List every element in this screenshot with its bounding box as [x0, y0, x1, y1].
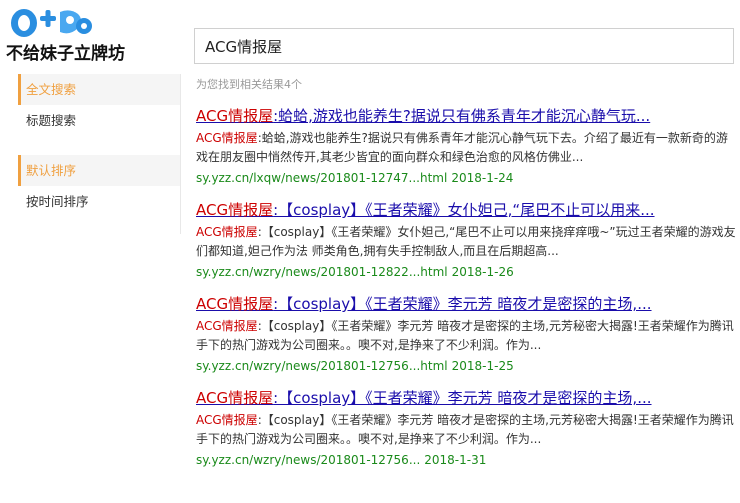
logo-graphic: [9, 7, 92, 39]
result-snippet-text: :【cosplay】《王者荣耀》李元芳 暗夜才是密探的主场,元芳秘密大揭露!王者…: [196, 413, 734, 446]
result-url[interactable]: sy.yzz.cn/wzry/news/201801-12756...: [196, 453, 420, 467]
result-item: ACG情报屋:蛤蛤,游戏也能养生?据说只有佛系青年才能沉心静气玩... ACG情…: [196, 106, 736, 200]
sidebar-item-fulltext-search[interactable]: 全文搜索: [18, 74, 180, 105]
sidebar-divider: [180, 74, 181, 234]
result-title-link[interactable]: ACG情报屋:蛤蛤,游戏也能养生?据说只有佛系青年才能沉心静气玩...: [196, 106, 736, 126]
result-title-highlight: ACG情报屋: [196, 389, 274, 407]
result-snippet-highlight: ACG情报屋: [196, 225, 258, 239]
logo-tagline: 不给妹子立牌坊: [6, 44, 125, 64]
site-logo[interactable]: 不给妹子立牌坊: [6, 6, 140, 64]
result-title-link[interactable]: ACG情报屋:【cosplay】《王者荣耀》女仆妲己,“尾巴不止可以用来...: [196, 200, 736, 220]
result-meta: sy.yzz.cn/wzry/news/201801-12822...html 2…: [196, 263, 736, 281]
result-item: ACG情报屋:【cosplay】《王者荣耀》李元芳 暗夜才是密探的主场,... …: [196, 388, 736, 482]
search-input[interactable]: [194, 28, 734, 64]
result-meta: sy.yzz.cn/wzry/news/201801-12756...html 2…: [196, 357, 736, 375]
result-title-text: :蛤蛤,游戏也能养生?据说只有佛系青年才能沉心静气玩...: [273, 107, 651, 125]
result-snippet: ACG情报屋:【cosplay】《王者荣耀》女仆妲己,“尾巴不止可以用来挠痒痒哦…: [196, 223, 736, 261]
sidebar-filters: 全文搜索 标题搜索 默认排序 按时间排序: [18, 74, 180, 217]
result-meta: sy.yzz.cn/lxqw/news/201801-12747...html 2…: [196, 169, 736, 187]
result-title-text: :【cosplay】《王者荣耀》李元芳 暗夜才是密探的主场,...: [273, 389, 652, 407]
result-date: 2018-1-31: [424, 453, 487, 467]
result-date: 2018-1-25: [451, 359, 514, 373]
result-snippet-highlight: ACG情报屋: [196, 131, 258, 145]
result-item: ACG情报屋:【cosplay】《王者荣耀》女仆妲己,“尾巴不止可以用来... …: [196, 200, 736, 294]
result-date: 2018-1-24: [451, 171, 514, 185]
results-list: ACG情报屋:蛤蛤,游戏也能养生?据说只有佛系青年才能沉心静气玩... ACG情…: [196, 106, 736, 482]
result-title-link[interactable]: ACG情报屋:【cosplay】《王者荣耀》李元芳 暗夜才是密探的主场,...: [196, 294, 736, 314]
sidebar-item-title-search[interactable]: 标题搜索: [18, 105, 180, 136]
result-snippet-highlight: ACG情报屋: [196, 413, 258, 427]
sidebar-item-time-sort[interactable]: 按时间排序: [18, 186, 180, 217]
result-snippet-highlight: ACG情报屋: [196, 319, 258, 333]
result-url[interactable]: sy.yzz.cn/wzry/news/201801-12756...html: [196, 359, 448, 373]
result-title-link[interactable]: ACG情报屋:【cosplay】《王者荣耀》李元芳 暗夜才是密探的主场,...: [196, 388, 736, 408]
result-url[interactable]: sy.yzz.cn/wzry/news/201801-12822...html: [196, 265, 448, 279]
result-item: ACG情报屋:【cosplay】《王者荣耀》李元芳 暗夜才是密探的主场,... …: [196, 294, 736, 388]
result-snippet-text: :【cosplay】《王者荣耀》女仆妲己,“尾巴不止可以用来挠痒痒哦~”玩过王者…: [196, 225, 736, 258]
result-title-highlight: ACG情报屋: [196, 107, 274, 125]
result-snippet: ACG情报屋:【cosplay】《王者荣耀》李元芳 暗夜才是密探的主场,元芳秘密…: [196, 317, 736, 355]
result-snippet-text: :蛤蛤,游戏也能养生?据说只有佛系青年才能沉心静气玩下去。介绍了最近有一款新奇的…: [196, 131, 728, 164]
result-url[interactable]: sy.yzz.cn/lxqw/news/201801-12747...html: [196, 171, 447, 185]
result-title-highlight: ACG情报屋: [196, 201, 274, 219]
result-title-text: :【cosplay】《王者荣耀》李元芳 暗夜才是密探的主场,...: [273, 295, 652, 313]
result-snippet: ACG情报屋:【cosplay】《王者荣耀》李元芳 暗夜才是密探的主场,元芳秘密…: [196, 411, 736, 449]
sidebar-item-default-sort[interactable]: 默认排序: [18, 155, 180, 186]
result-date: 2018-1-26: [451, 265, 514, 279]
result-title-text: :【cosplay】《王者荣耀》女仆妲己,“尾巴不止可以用来...: [273, 201, 655, 219]
result-meta: sy.yzz.cn/wzry/news/201801-12756... 2018-…: [196, 451, 736, 469]
result-count: 为您找到相关结果4个: [196, 78, 302, 91]
result-snippet-text: :【cosplay】《王者荣耀》李元芳 暗夜才是密探的主场,元芳秘密大揭露!王者…: [196, 319, 734, 352]
result-title-highlight: ACG情报屋: [196, 295, 274, 313]
result-snippet: ACG情报屋:蛤蛤,游戏也能养生?据说只有佛系青年才能沉心静气玩下去。介绍了最近…: [196, 129, 736, 167]
